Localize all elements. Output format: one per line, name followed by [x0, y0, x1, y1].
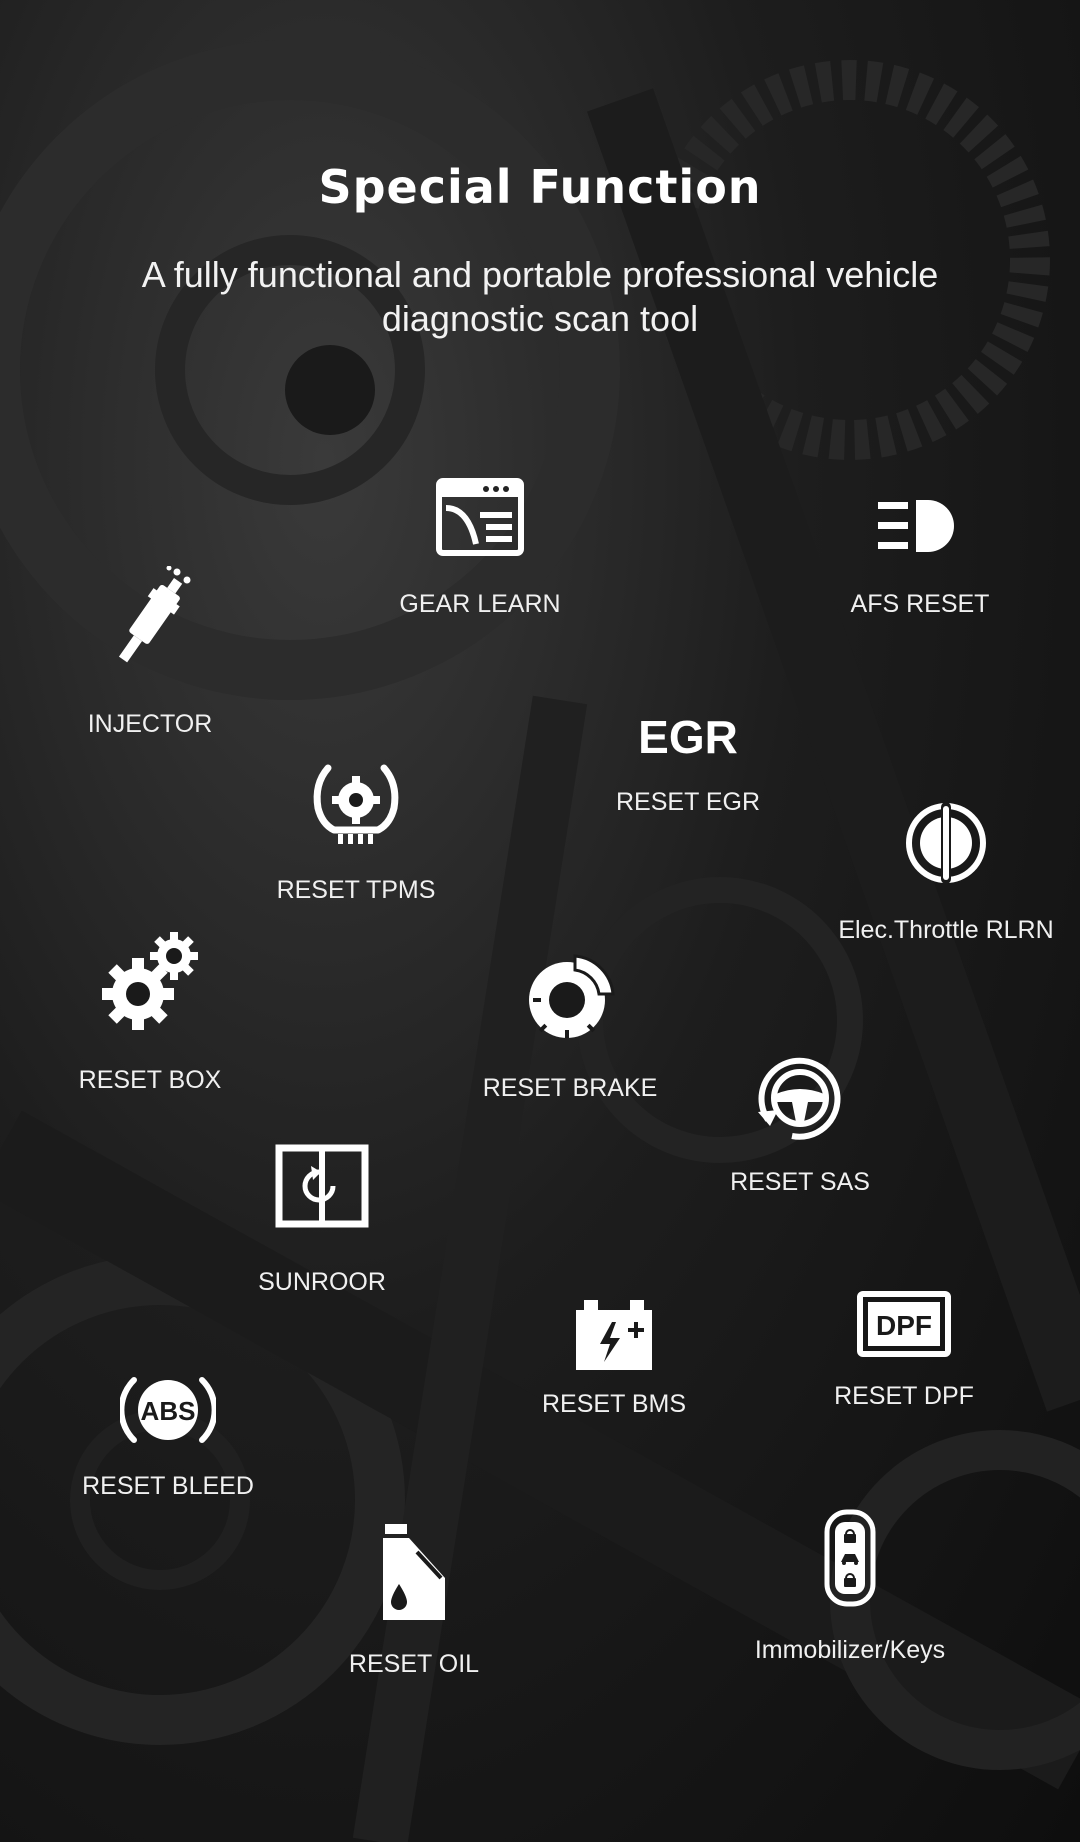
function-label: RESET BMS [541, 1390, 687, 1418]
function-label: RESET SAS [730, 1168, 870, 1196]
injector-icon [118, 566, 191, 663]
function-label: Elec.Throttle RLRN [838, 916, 1054, 944]
function-reset-oil: RESET OIL [334, 1524, 494, 1684]
function-reset-egr: EGR RESET EGR [608, 710, 768, 820]
function-injector: INJECTOR [80, 566, 220, 738]
function-label: RESET BOX [78, 1066, 222, 1094]
function-afs-reset: AFS RESET [840, 496, 1000, 626]
function-label: SUNROOR [258, 1268, 386, 1296]
function-label: AFS RESET [850, 590, 990, 618]
headlight-icon [878, 500, 954, 552]
function-label: RESET BRAKE [482, 1074, 658, 1102]
tpms-icon [313, 764, 399, 844]
function-label: Immobilizer/Keys [754, 1636, 946, 1664]
gears-icon [102, 932, 198, 1030]
page-subtitle: A fully functional and portable professi… [141, 254, 939, 339]
function-immobilizer-keys: Immobilizer/Keys [755, 1508, 945, 1668]
egr-icon: EGR [638, 711, 738, 763]
page-title: Special Function [318, 160, 762, 214]
function-gear-learn: GEAR LEARN [399, 478, 561, 628]
brake-disc-icon [529, 954, 615, 1038]
function-label: INJECTOR [87, 710, 213, 738]
function-reset-brake: RESET BRAKE [483, 950, 657, 1110]
function-reset-bleed: ABS RESET BLEED [82, 1372, 254, 1512]
special-function-panel: Special Function A fully functional and … [0, 0, 1080, 1842]
function-label: RESET DPF [834, 1382, 974, 1410]
sunroof-icon [275, 1144, 369, 1228]
function-label: GEAR LEARN [399, 590, 561, 618]
dpf-icon-text: DPF [876, 1310, 932, 1341]
abs-icon-text: ABS [141, 1396, 196, 1426]
function-label: RESET BLEED [82, 1472, 254, 1500]
function-label: RESET TPMS [276, 876, 436, 904]
oil-can-icon [383, 1524, 445, 1620]
function-label: RESET EGR [615, 788, 761, 816]
function-reset-tpms: RESET TPMS [276, 762, 436, 912]
abs-icon: ABS [120, 1377, 216, 1443]
dpf-icon: DPF [857, 1291, 951, 1357]
function-elec-throttle: Elec.Throttle RLRN [838, 800, 1054, 950]
throttle-icon [906, 802, 986, 884]
function-sunroof: SUNROOR [242, 1144, 402, 1296]
car-key-icon [824, 1509, 876, 1607]
battery-icon [576, 1300, 652, 1370]
function-label: RESET OIL [348, 1650, 480, 1678]
gear-learn-icon [436, 478, 524, 556]
function-reset-box: RESET BOX [78, 930, 222, 1100]
function-reset-bms: RESET BMS [534, 1300, 694, 1430]
function-reset-sas: RESET SAS [720, 1050, 880, 1200]
steering-wheel-icon [758, 1057, 841, 1140]
function-reset-dpf: DPF RESET DPF [824, 1290, 984, 1420]
